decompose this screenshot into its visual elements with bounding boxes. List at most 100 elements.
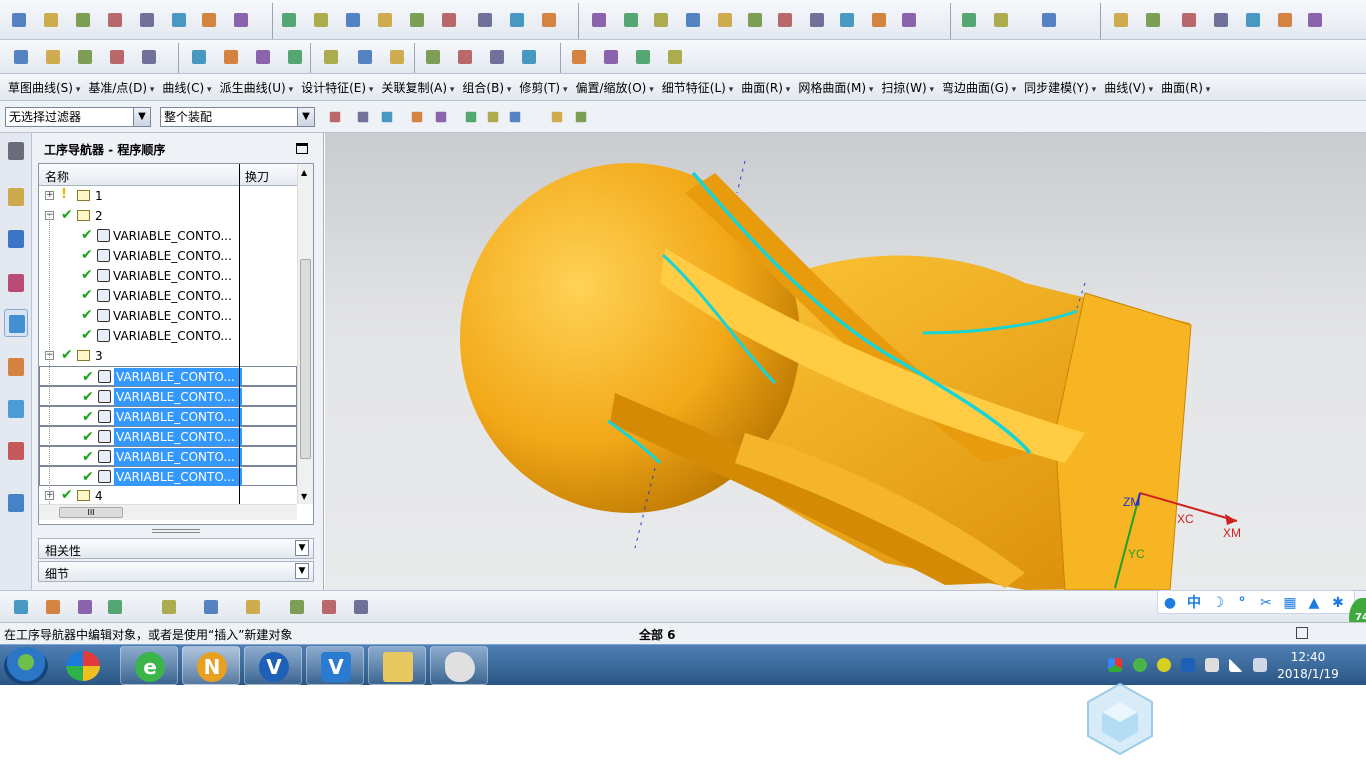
toolbar-tool-icon[interactable]	[384, 44, 410, 70]
toolbar-tool-icon[interactable]	[228, 7, 254, 33]
tree-row[interactable]: + ✔ 4	[39, 486, 297, 506]
toolbar-tool-icon[interactable]	[340, 7, 366, 33]
cam-tool-icon[interactable]	[240, 594, 266, 620]
assembly-navigator-icon[interactable]	[4, 183, 28, 211]
scrollbar-thumb[interactable]	[300, 259, 311, 459]
graphics-viewport[interactable]: ZM XC XM YC	[325, 133, 1366, 590]
cam-tool-icon[interactable]	[156, 594, 182, 620]
cam-tool-icon[interactable]	[102, 594, 128, 620]
selection-tool-icon[interactable]	[461, 107, 481, 127]
toolbar-tool-icon[interactable]	[352, 44, 378, 70]
toolbar-tool-icon[interactable]	[436, 7, 462, 33]
toolbar-tool-icon[interactable]	[250, 44, 276, 70]
selection-tool-icon[interactable]	[483, 107, 503, 127]
menu-item[interactable]: 关联复制(A)	[377, 79, 458, 96]
tree-row[interactable]: +! 1	[39, 186, 297, 206]
toolbar-tool-icon[interactable]	[484, 44, 510, 70]
toolbar-tool-icon[interactable]	[404, 7, 430, 33]
toolbar-tool-icon[interactable]	[70, 7, 96, 33]
selection-tool-icon[interactable]	[505, 107, 525, 127]
cam-tool-icon[interactable]	[72, 594, 98, 620]
selection-tool-icon[interactable]	[431, 107, 451, 127]
toolbar-tool-icon[interactable]	[1108, 7, 1134, 33]
cam-tool-icon[interactable]	[8, 594, 34, 620]
scroll-up-icon[interactable]: ▲	[301, 168, 307, 177]
menu-item[interactable]: 弯边曲面(G)	[938, 79, 1020, 96]
toolbar-tool-icon[interactable]	[1240, 7, 1266, 33]
menu-item[interactable]: 细节特征(L)	[658, 79, 737, 96]
start-button[interactable]	[4, 647, 48, 685]
cam-tool-icon[interactable]	[316, 594, 342, 620]
toolbar-tool-icon[interactable]	[276, 7, 302, 33]
device-icon[interactable]	[1205, 658, 1219, 672]
menu-item[interactable]: 同步建模(Y)	[1020, 79, 1100, 96]
menu-item[interactable]: 网格曲面(M)	[794, 79, 877, 96]
tree-row[interactable]: ✔ VARIABLE_CONTO...	[39, 426, 297, 446]
clock[interactable]: 12:40 2018/1/19	[1276, 649, 1340, 683]
splitter-handle[interactable]	[152, 529, 200, 533]
tree-row[interactable]: − ✔ 3	[39, 346, 297, 366]
selection-tool-icon[interactable]	[547, 107, 567, 127]
tree-row[interactable]: ✔ VARIABLE_CONTO...	[39, 406, 297, 426]
volume-icon[interactable]	[1253, 658, 1267, 672]
toolbar-tool-icon[interactable]	[1176, 7, 1202, 33]
toolbar-tool-icon[interactable]	[772, 7, 798, 33]
chevron-down-icon[interactable]: ▼	[295, 540, 309, 556]
menu-item[interactable]: 草图曲线(S)	[4, 79, 84, 96]
taskbar-explorer[interactable]	[368, 646, 426, 685]
gear-icon[interactable]: ✱	[1328, 593, 1348, 613]
selection-tool-icon[interactable]	[407, 107, 427, 127]
tree-row[interactable]: ✔ VARIABLE_CONTO...	[39, 326, 297, 346]
scissors-icon[interactable]: ✂	[1256, 593, 1276, 613]
tree-row[interactable]: ✔ VARIABLE_CONTO...	[39, 466, 297, 486]
toolbar-tool-icon[interactable]	[956, 7, 982, 33]
scope-filter-select[interactable]: 整个装配 ▼	[160, 107, 315, 127]
toolbar-tool-icon[interactable]	[8, 44, 34, 70]
tree-row[interactable]: ✔ VARIABLE_CONTO...	[39, 386, 297, 406]
toolbar-tool-icon[interactable]	[648, 7, 674, 33]
toolbar-tool-icon[interactable]	[504, 7, 530, 33]
toolbar-tool-icon[interactable]	[166, 7, 192, 33]
selection-tool-icon[interactable]	[377, 107, 397, 127]
toolbar-tool-icon[interactable]	[712, 7, 738, 33]
toolbar-tool-icon[interactable]	[988, 7, 1014, 33]
tray-app-icon[interactable]	[1108, 658, 1122, 672]
toolbar-tool-icon[interactable]	[834, 7, 860, 33]
toolbar-tool-icon[interactable]	[102, 7, 128, 33]
toolbar-tool-icon[interactable]	[6, 7, 32, 33]
skin-icon[interactable]: ▲	[1304, 593, 1324, 613]
toolbar-tool-icon[interactable]	[804, 7, 830, 33]
type-filter-select[interactable]: 无选择过滤器 ▼	[5, 107, 151, 127]
network-icon[interactable]	[1229, 658, 1243, 672]
taskbar-vericut-2[interactable]: V	[306, 646, 364, 685]
scrollbar-thumb[interactable]: III	[59, 507, 123, 518]
selection-tool-icon[interactable]	[353, 107, 373, 127]
keyboard-icon[interactable]: ▦	[1280, 593, 1300, 613]
tree-row[interactable]: ✔ VARIABLE_CONTO...	[39, 366, 297, 386]
reuse-library-icon[interactable]	[4, 395, 28, 423]
cam-tool-icon[interactable]	[198, 594, 224, 620]
toolbar-tool-icon[interactable]	[40, 44, 66, 70]
settings-gear-icon[interactable]	[4, 137, 28, 165]
cam-tool-icon[interactable]	[348, 594, 374, 620]
toolbar-tool-icon[interactable]	[896, 7, 922, 33]
toolbar-tool-icon[interactable]	[420, 44, 446, 70]
toolbar-tool-icon[interactable]	[134, 7, 160, 33]
taskbar-browser[interactable]: e	[120, 646, 178, 685]
toolbar-tool-icon[interactable]	[186, 44, 212, 70]
toolbar-tool-icon[interactable]	[72, 44, 98, 70]
taskbar-vericut-1[interactable]: V	[244, 646, 302, 685]
tree-row[interactable]: ✔ VARIABLE_CONTO...	[39, 246, 297, 266]
ime-logo-icon[interactable]: ●	[1160, 593, 1180, 613]
dependencies-panel[interactable]: 相关性 ▼	[38, 538, 314, 559]
scroll-down-icon[interactable]: ▼	[301, 492, 307, 501]
toolbar-tool-icon[interactable]	[472, 7, 498, 33]
menu-item[interactable]: 派生曲线(U)	[216, 79, 298, 96]
tree-row[interactable]: ✔ VARIABLE_CONTO...	[39, 446, 297, 466]
toolbar-tool-icon[interactable]	[38, 7, 64, 33]
toolbar-tool-icon[interactable]	[586, 7, 612, 33]
menu-item[interactable]: 曲线(V)	[1100, 79, 1157, 96]
toolbar-tool-icon[interactable]	[1272, 7, 1298, 33]
menu-item[interactable]: 基准/点(D)	[84, 79, 158, 96]
moon-icon[interactable]: ☽	[1208, 593, 1228, 613]
